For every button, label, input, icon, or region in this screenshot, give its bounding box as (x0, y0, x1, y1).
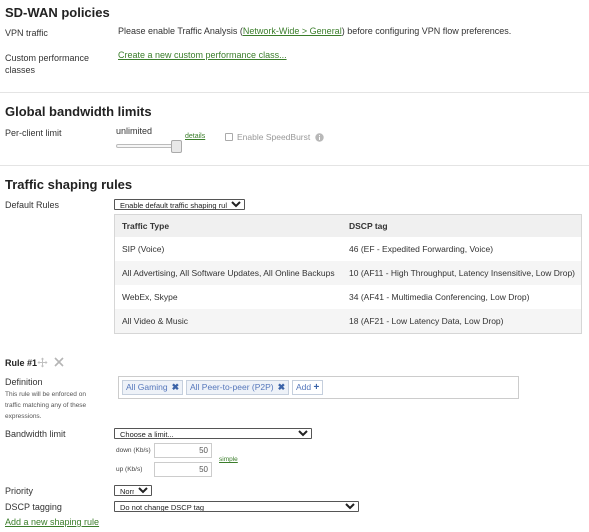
definition-tag-label: All Gaming (126, 382, 168, 392)
close-icon[interactable] (54, 357, 64, 367)
vpn-traffic-message: Please enable Traffic Analysis (Network-… (118, 26, 511, 36)
dscp-tag-cell: 18 (AF21 - Low Latency Data, Low Drop) (349, 316, 504, 326)
definition-help-line1: This rule will be enforced on (5, 391, 86, 398)
per-client-limit-label: Per-client limit (5, 128, 62, 138)
bandwidth-limit-label: Bandwidth limit (5, 429, 66, 439)
speedburst-label: Enable SpeedBurst (237, 132, 311, 142)
default-rules-select[interactable]: Enable default traffic shaping rules (114, 199, 245, 210)
traffic-type-cell: SIP (Voice) (122, 244, 165, 254)
table-row: WebEx, Skype 34 (AF41 - Multimedia Confe… (115, 285, 581, 309)
add-definition-button[interactable]: Add + (292, 380, 324, 395)
definition-help: This rule will be enforced on traffic ma… (5, 389, 86, 422)
dscp-tagging-select[interactable]: Do not change DSCP tag (114, 501, 359, 512)
definition-help-line2: traffic matching any of these (5, 402, 87, 409)
dscp-tagging-label: DSCP tagging (5, 502, 62, 512)
vpn-text-after: ) before configuring VPN flow preference… (341, 26, 512, 36)
definition-tag-input[interactable]: All Gaming ✖ All Peer-to-peer (P2P) ✖ Add … (118, 376, 519, 399)
priority-label: Priority (5, 486, 34, 496)
details-link[interactable]: details (185, 133, 205, 140)
up-label: up (Kb/s) (116, 466, 143, 473)
add-label: Add (296, 382, 312, 392)
dscp-tag-cell: 34 (AF41 - Multimedia Conferencing, Low … (349, 292, 530, 302)
table-header: Traffic Type DSCP tag (115, 215, 581, 237)
default-rules-label: Default Rules (5, 200, 60, 210)
speedburst-checkbox[interactable] (225, 133, 233, 141)
remove-tag-icon[interactable]: ✖ (172, 382, 180, 392)
down-kbps-input[interactable]: 50 (154, 443, 212, 458)
table-row: SIP (Voice) 46 (EF - Expedited Forwardin… (115, 237, 581, 261)
col-header-dscp-tag: DSCP tag (349, 221, 388, 231)
definition-tag: All Peer-to-peer (P2P) ✖ (186, 380, 290, 395)
definition-help-line3: expressions. (5, 413, 42, 420)
traffic-type-cell: WebEx, Skype (122, 292, 178, 302)
definition-label: Definition (5, 377, 43, 387)
create-performance-class-link[interactable]: Create a new custom performance class... (118, 50, 287, 60)
section-divider (0, 92, 589, 93)
table-row: All Video & Music 18 (AF21 - Low Latency… (115, 309, 581, 333)
custom-performance-label-line2: classes (5, 65, 36, 75)
bandwidth-limit-select[interactable]: Choose a limit... (114, 428, 312, 439)
definition-tag: All Gaming ✖ (122, 380, 184, 395)
custom-performance-label: Custom performance classes (5, 52, 89, 76)
sdwan-title: SD-WAN policies (5, 5, 110, 20)
vpn-text-before: Please enable Traffic Analysis ( (118, 26, 243, 36)
plus-icon: + (313, 382, 320, 393)
remove-tag-icon[interactable]: ✖ (278, 382, 286, 392)
custom-performance-label-line1: Custom performance (5, 53, 90, 63)
col-header-traffic-type: Traffic Type (122, 221, 170, 231)
priority-select[interactable]: Normal (114, 485, 152, 496)
dscp-tag-cell: 46 (EF - Expedited Forwarding, Voice) (349, 244, 494, 254)
bandwidth-title: Global bandwidth limits (5, 104, 152, 119)
network-wide-general-link[interactable]: Network-Wide > General (243, 26, 342, 36)
bandwidth-slider-handle[interactable] (171, 140, 182, 153)
simple-link[interactable]: simple (219, 456, 238, 463)
table-row: All Advertising, All Software Updates, A… (115, 261, 581, 285)
up-kbps-input[interactable]: 50 (154, 462, 212, 477)
definition-tag-label: All Peer-to-peer (P2P) (190, 382, 274, 392)
traffic-type-cell: All Advertising, All Software Updates, A… (122, 268, 335, 278)
per-client-limit-value: unlimited (116, 126, 153, 136)
default-rules-table: Traffic Type DSCP tag SIP (Voice) 46 (EF… (114, 214, 582, 334)
move-icon[interactable] (37, 357, 48, 368)
vpn-traffic-label: VPN traffic (5, 28, 48, 38)
down-label: down (Kb/s) (116, 447, 151, 454)
info-icon (315, 133, 324, 142)
dscp-tag-cell: 10 (AF11 - High Throughput, Latency Inse… (349, 268, 575, 278)
traffic-type-cell: All Video & Music (122, 316, 188, 326)
shaping-title: Traffic shaping rules (5, 177, 133, 192)
add-shaping-rule-link[interactable]: Add a new shaping rule (5, 517, 99, 527)
rule-title: Rule #1 (5, 358, 38, 368)
section-divider (0, 165, 589, 166)
